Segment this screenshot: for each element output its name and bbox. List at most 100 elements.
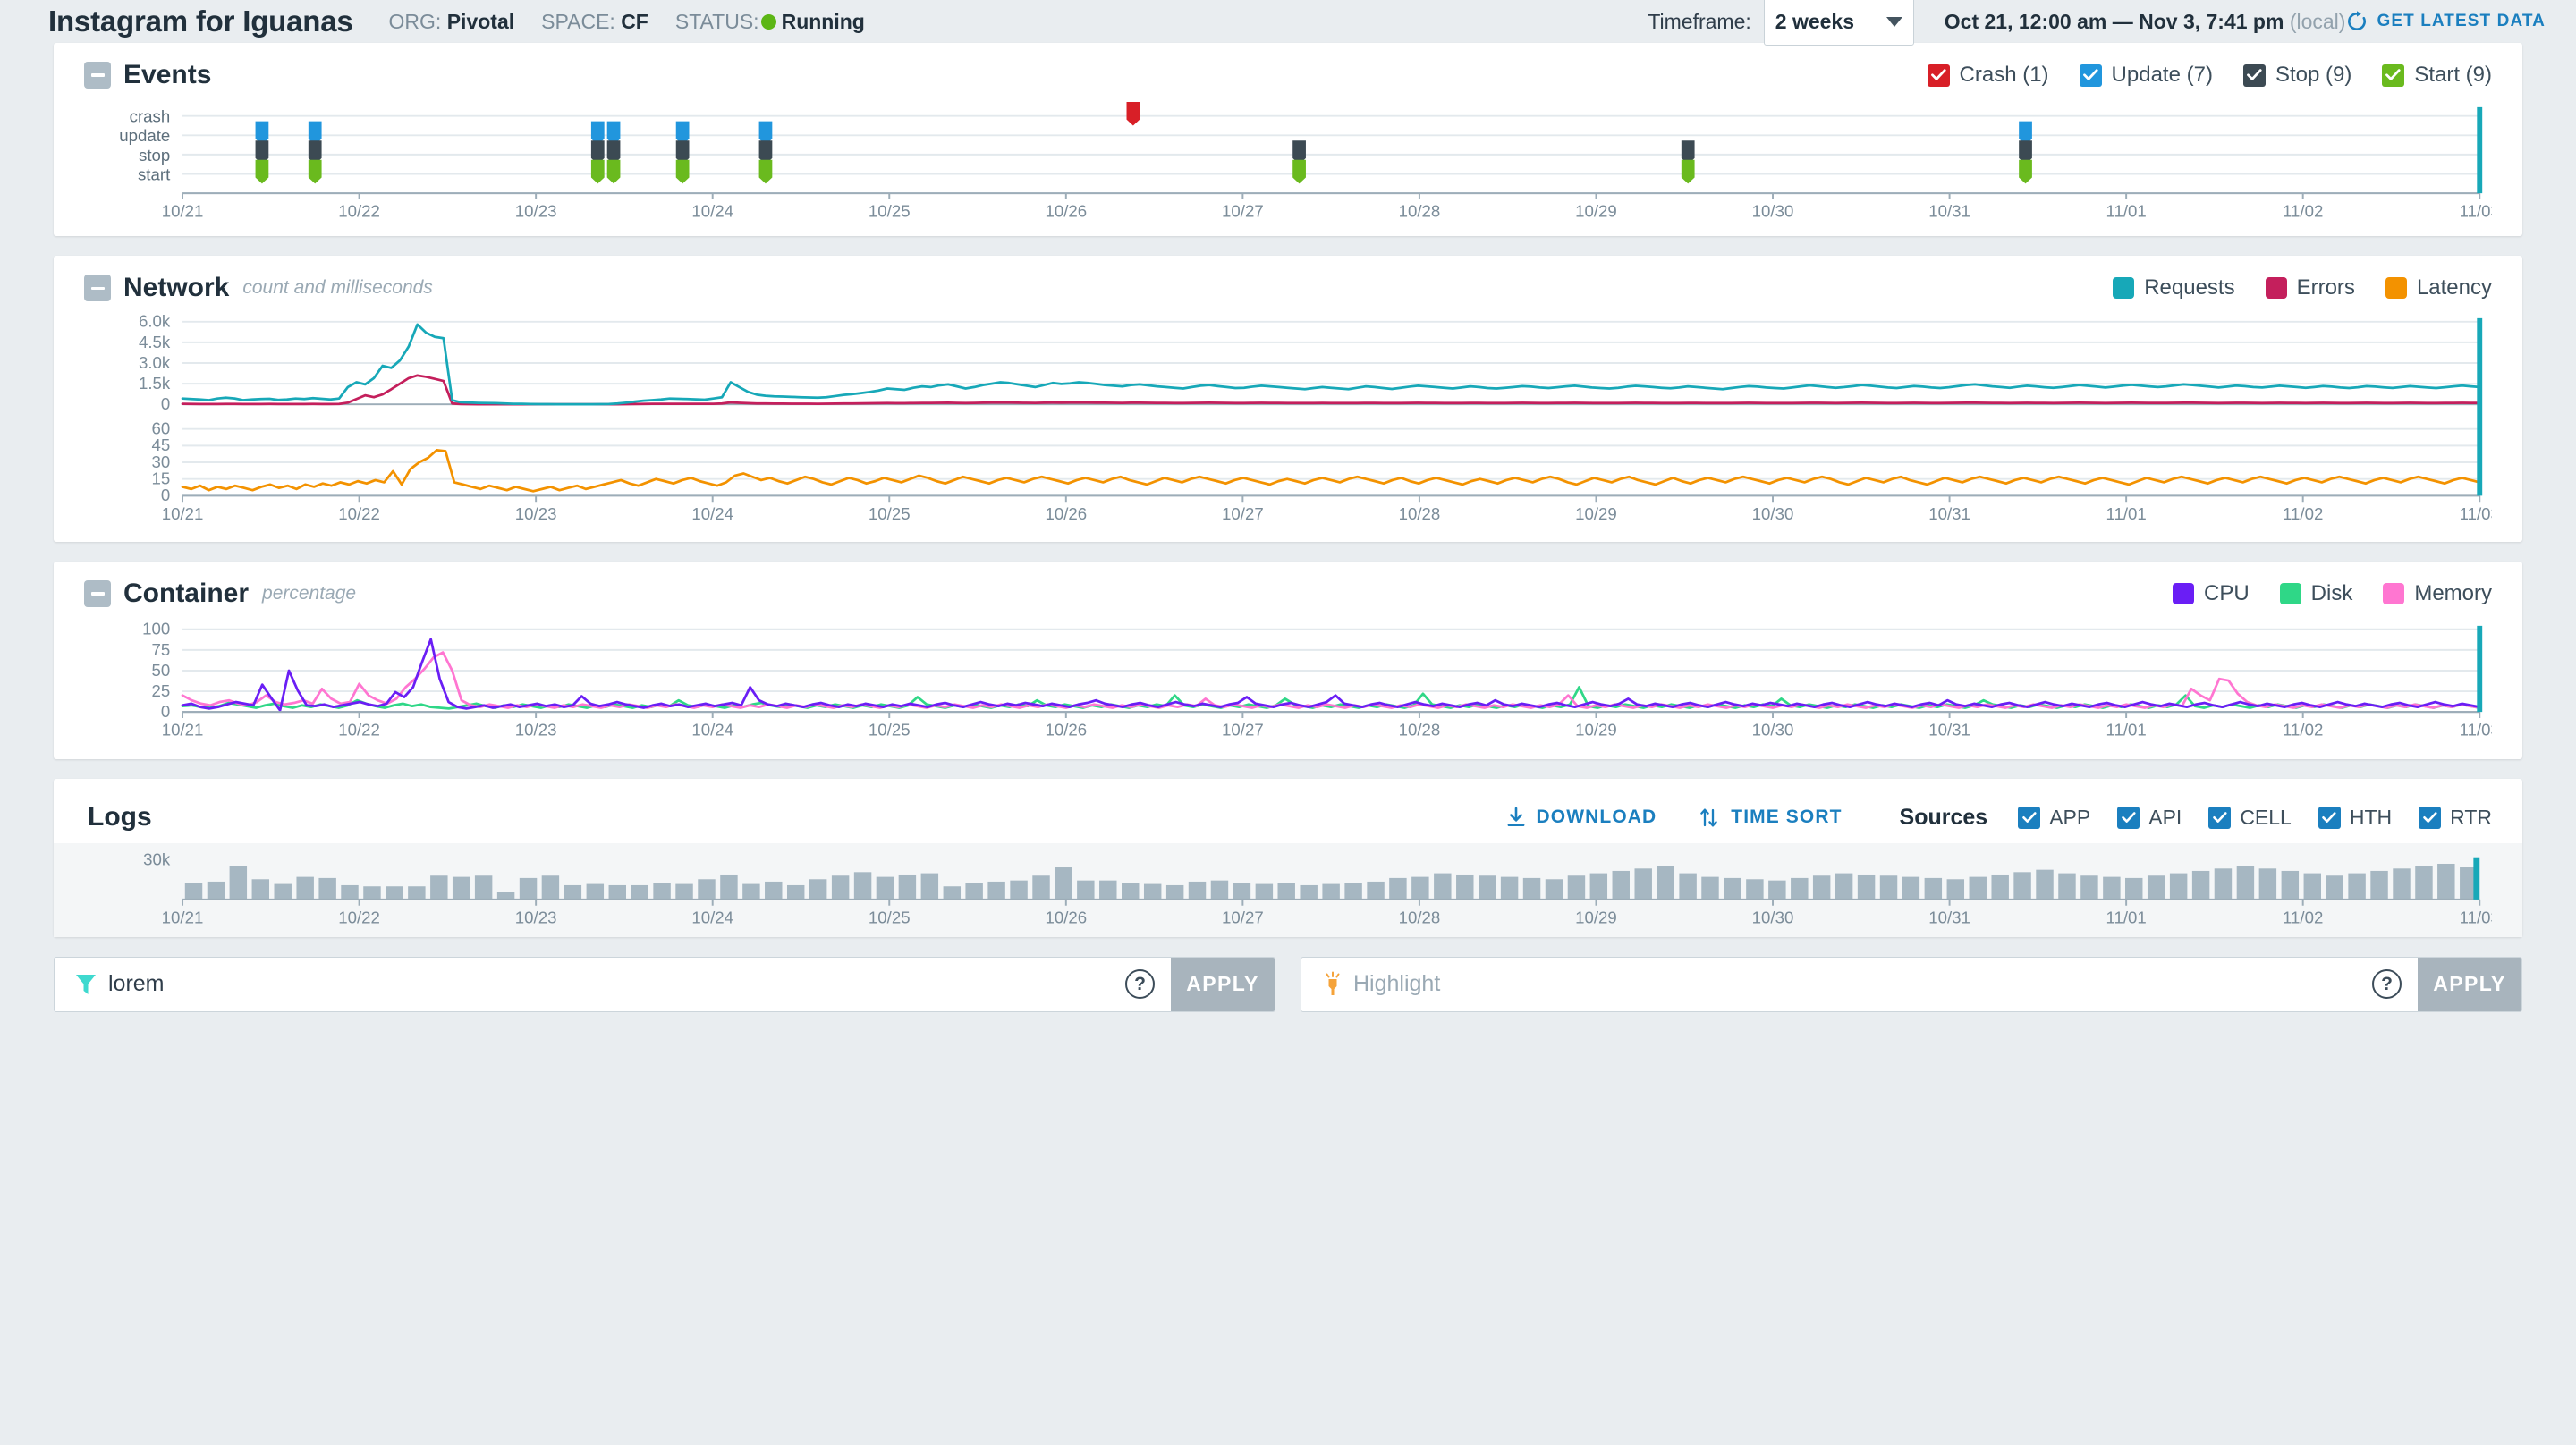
app-meta: ORG: Pivotal SPACE: CF STATUS: Running: [389, 10, 865, 34]
svg-text:11/01: 11/01: [2106, 202, 2146, 221]
events-chart[interactable]: crashupdatestopstart 10/21 10/22 10/23 10/24…: [84, 100, 2492, 227]
source-item-api[interactable]: API: [2117, 806, 2182, 830]
legend-item-errors[interactable]: Errors: [2265, 275, 2355, 300]
network-chart-wrap: 0 1.5k 3.0k 4.5k 6.0k 0 15 30 45 60 10/21 10/22 10/2…: [54, 313, 2522, 542]
crash-checkbox[interactable]: [1927, 63, 1950, 87]
timeframe-select[interactable]: 2 weeks: [1763, 0, 1914, 46]
legend-label-latency: Latency: [2416, 275, 2492, 300]
space-label: SPACE:: [541, 9, 615, 33]
container-title: Container: [123, 579, 250, 609]
legend-item-start[interactable]: Start (9): [2382, 63, 2492, 88]
cell-checkbox[interactable]: [2208, 806, 2232, 829]
api-checkbox[interactable]: [2117, 806, 2140, 829]
status-value: Running: [781, 9, 865, 33]
source-label-hth: HTH: [2349, 805, 2393, 829]
status-label: STATUS:: [674, 9, 759, 33]
log-filter-field[interactable]: lorem ? APPLY: [54, 956, 1275, 1012]
svg-text:4.5k: 4.5k: [139, 333, 171, 351]
svg-text:3.0k: 3.0k: [139, 353, 171, 372]
legend-label-requests: Requests: [2144, 275, 2235, 300]
svg-text:10/26: 10/26: [1045, 504, 1087, 523]
status-dot-icon: [760, 13, 776, 30]
svg-text:15: 15: [152, 469, 171, 488]
legend-item-memory[interactable]: Memory: [2383, 581, 2492, 606]
svg-text:10/21: 10/21: [162, 202, 204, 221]
logs-panel: Logs DOWNLOAD TIME SORT Sources APP API …: [54, 779, 2522, 937]
legend-item-crash[interactable]: Crash (1): [1927, 63, 2049, 88]
svg-text:10/30: 10/30: [1752, 721, 1794, 739]
errors-swatch: [2265, 277, 2287, 300]
stop-checkbox[interactable]: [2242, 63, 2266, 87]
cpu-swatch: [2172, 583, 2194, 605]
svg-text:10/26: 10/26: [1045, 908, 1087, 927]
time-sort-button[interactable]: TIME SORT: [1698, 806, 1842, 829]
svg-text:25: 25: [152, 681, 171, 700]
svg-text:10/28: 10/28: [1399, 202, 1441, 221]
filter-apply-button[interactable]: APPLY: [1171, 957, 1275, 1011]
filter-help-icon[interactable]: ?: [1125, 969, 1155, 1000]
start-checkbox[interactable]: [2382, 63, 2405, 87]
svg-text:10/25: 10/25: [869, 908, 911, 927]
rtr-checkbox[interactable]: [2419, 806, 2442, 829]
highlight-apply-button[interactable]: APPLY: [2418, 957, 2521, 1011]
svg-text:10/23: 10/23: [515, 721, 557, 739]
svg-text:11/02: 11/02: [2283, 504, 2323, 523]
sort-arrows-icon: [1700, 808, 1718, 827]
logs-histogram[interactable]: 30k 10/21 10/22 10/23 10/24 10/25 10/26 10/27 10…: [84, 843, 2492, 931]
svg-text:10/27: 10/27: [1222, 721, 1264, 739]
svg-text:10/28: 10/28: [1399, 504, 1441, 523]
svg-text:11/01: 11/01: [2106, 504, 2146, 523]
svg-text:75: 75: [152, 640, 171, 659]
svg-text:10/23: 10/23: [515, 504, 557, 523]
source-item-rtr[interactable]: RTR: [2419, 806, 2492, 830]
source-item-hth[interactable]: HTH: [2318, 806, 2392, 830]
highlight-help-icon[interactable]: ?: [2372, 969, 2402, 1000]
legend-item-cpu[interactable]: CPU: [2172, 581, 2250, 606]
logs-panel-header: Logs DOWNLOAD TIME SORT Sources APP API …: [54, 779, 2522, 840]
disk-swatch: [2279, 583, 2301, 605]
svg-text:10/21: 10/21: [162, 504, 204, 523]
source-item-app[interactable]: APP: [2018, 806, 2090, 830]
network-legend: Requests Errors Latency: [2113, 275, 2492, 300]
logs-histogram-wrap: 30k 10/21 10/22 10/23 10/24 10/25 10/26 10/27 10…: [54, 843, 2522, 937]
legend-item-update[interactable]: Update (7): [2079, 63, 2213, 88]
space-meta: SPACE: CF: [541, 10, 648, 34]
hth-checkbox[interactable]: [2318, 806, 2341, 829]
svg-text:stop: stop: [139, 146, 170, 165]
svg-text:10/25: 10/25: [869, 202, 911, 221]
svg-text:10/22: 10/22: [338, 721, 380, 739]
svg-text:11/03: 11/03: [2460, 721, 2492, 739]
svg-text:60: 60: [152, 419, 171, 438]
date-range-value: Oct 21, 12:00 am — Nov 3, 7:41 pm: [1944, 9, 2284, 33]
legend-label-disk: Disk: [2310, 581, 2353, 606]
svg-text:0: 0: [161, 702, 170, 721]
svg-text:10/25: 10/25: [869, 504, 911, 523]
highlight-field[interactable]: Highlight ? APPLY: [1301, 956, 2522, 1012]
collapse-network-button[interactable]: [84, 275, 111, 302]
app-checkbox[interactable]: [2018, 806, 2041, 829]
collapse-container-button[interactable]: [84, 580, 111, 608]
legend-item-disk[interactable]: Disk: [2279, 581, 2353, 606]
org-label: ORG:: [388, 9, 442, 33]
legend-item-stop[interactable]: Stop (9): [2242, 63, 2351, 88]
svg-text:11/02: 11/02: [2283, 908, 2323, 927]
container-chart[interactable]: 0 2550 75 100 10/21 10/22 10/23 10/24 10/25 10/26…: [84, 619, 2492, 750]
events-chart-wrap: crash update stop start 10/21 10/22 10/23 10/24…: [54, 100, 2522, 236]
download-label: DOWNLOAD: [1536, 807, 1657, 828]
source-item-cell[interactable]: CELL: [2208, 806, 2292, 830]
network-chart[interactable]: 01.5k3.0k4.5k6.0k01530456010/21 10/22 10/2…: [84, 313, 2492, 533]
download-button[interactable]: DOWNLOAD: [1505, 807, 1657, 828]
time-sort-label: TIME SORT: [1731, 807, 1843, 828]
legend-item-latency[interactable]: Latency: [2385, 275, 2492, 300]
legend-item-requests[interactable]: Requests: [2113, 275, 2235, 300]
events-panel-header: Events Crash (1) Update (7) Stop (9) Sta…: [54, 43, 2522, 100]
legend-label-memory: Memory: [2414, 581, 2492, 606]
legend-label-start: Start (9): [2414, 63, 2492, 87]
log-filter-value: lorem: [108, 971, 165, 997]
update-checkbox[interactable]: [2079, 63, 2102, 87]
legend-label-errors: Errors: [2296, 275, 2355, 300]
svg-text:10/24: 10/24: [691, 721, 733, 739]
get-latest-data-button[interactable]: GET LATEST DATA: [2345, 10, 2546, 33]
collapse-events-button[interactable]: [84, 62, 111, 89]
svg-text:0: 0: [161, 486, 170, 505]
